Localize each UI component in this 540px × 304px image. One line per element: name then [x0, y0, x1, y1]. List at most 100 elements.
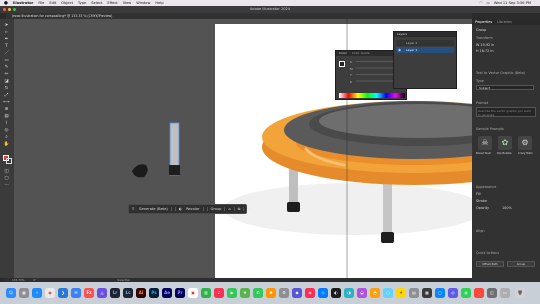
menu-file[interactable]: File — [38, 1, 44, 5]
stroke-swatch[interactable] — [6, 158, 12, 164]
app-icon[interactable]: ◈ — [305, 288, 315, 298]
ai-icon[interactable]: Ai — [136, 288, 146, 298]
app-icon[interactable]: ◐ — [331, 288, 341, 298]
music-icon[interactable]: ♪ — [214, 288, 224, 298]
group-button[interactable]: Group — [507, 261, 535, 267]
settings-icon[interactable]: ⚙ — [279, 288, 289, 298]
layer-row[interactable]: Layer 2 — [396, 40, 454, 46]
launchpad-icon[interactable]: ▦ — [19, 288, 29, 298]
eyedropper-icon[interactable]: ⌇ — [3, 121, 10, 126]
finder-icon[interactable]: ☺ — [6, 288, 16, 298]
sample-bubble-icon[interactable]: ✿ — [498, 136, 512, 150]
appearance-opacity[interactable]: Opacity — [476, 206, 489, 210]
direct-select-icon[interactable]: ▹ — [3, 30, 10, 35]
app-icon[interactable]: ▤ — [409, 288, 419, 298]
pen-icon[interactable]: ✒ — [3, 37, 10, 42]
app-icon[interactable]: ▢ — [435, 288, 445, 298]
menu-edit[interactable]: Edit — [49, 1, 56, 5]
lr-icon[interactable]: Lr — [110, 288, 120, 298]
color-tab[interactable]: Color — [339, 51, 347, 55]
app-icon[interactable]: ☀ — [396, 288, 406, 298]
app-icon[interactable]: ◌ — [474, 288, 484, 298]
more-icon[interactable]: ⋯ — [244, 207, 254, 211]
appearance-fill[interactable]: Fill — [476, 192, 481, 196]
menu-window[interactable]: Window — [136, 1, 150, 5]
hand-icon[interactable]: ✋ — [3, 142, 10, 147]
app-icon[interactable]: ○ — [383, 288, 393, 298]
app-icon[interactable]: ◎ — [448, 288, 458, 298]
color-guide-tab[interactable]: Color Guide — [352, 51, 370, 55]
facetime-icon[interactable]: ▶ — [227, 288, 237, 298]
pencil-icon[interactable]: ✏ — [3, 72, 10, 77]
ctx-group-button[interactable]: Group — [208, 207, 226, 211]
type-select[interactable]: Subject — [476, 85, 534, 90]
channel-sliders[interactable] — [356, 61, 398, 87]
rotate-icon[interactable]: ↻ — [3, 86, 10, 91]
messages-icon[interactable]: ✆ — [253, 288, 263, 298]
brush-icon[interactable]: ✎ — [3, 65, 10, 70]
document-tab[interactable]: Jezoo Illustration for compositing* @ 13… — [12, 14, 112, 18]
sample-bolts-icon[interactable]: ⚙ — [518, 136, 532, 150]
cal-icon[interactable]: ▣ — [188, 288, 198, 298]
app-icon[interactable]: ◫ — [487, 288, 497, 298]
zoom-icon[interactable]: ⌕ — [3, 135, 10, 140]
menu-illustrator[interactable]: Illustrator — [13, 1, 33, 5]
ae-icon[interactable]: Ae — [162, 288, 172, 298]
menu-view[interactable]: View — [123, 1, 132, 5]
tab-properties[interactable]: Properties — [475, 20, 492, 24]
selection-icon[interactable]: ➤ — [3, 23, 10, 28]
app-icon[interactable]: ◆ — [292, 288, 302, 298]
color-spectrum[interactable] — [339, 93, 405, 98]
window-close-icon[interactable] — [3, 8, 6, 11]
trash-icon[interactable]: 🗑 — [515, 288, 525, 298]
filezilla-icon[interactable]: Fz — [84, 288, 94, 298]
apple-icon[interactable]: ● — [4, 1, 8, 6]
app-icon[interactable]: ◍ — [461, 288, 471, 298]
scale-icon[interactable]: ⤢ — [3, 93, 10, 98]
eraser-icon[interactable]: ◪ — [3, 79, 10, 84]
shape-builder-icon[interactable]: ⊕ — [3, 107, 10, 112]
window-zoom-icon[interactable] — [13, 8, 16, 11]
layer-row[interactable]: Layer 1 — [396, 47, 454, 53]
width-icon[interactable]: ⟷ — [3, 100, 10, 105]
appearance-stroke[interactable]: Stroke — [476, 199, 487, 203]
mail-icon[interactable]: ✉ — [71, 288, 81, 298]
offset-path-button[interactable]: Offset Path — [476, 261, 504, 267]
affinity-icon[interactable]: ◬ — [97, 288, 107, 298]
folder-icon[interactable]: ▭ — [500, 288, 510, 298]
menu-object[interactable]: Object — [61, 1, 73, 5]
app-icon[interactable]: ◒ — [357, 288, 367, 298]
menu-select[interactable]: Select — [91, 1, 102, 5]
canvas[interactable]: Color Color Guide C M Y K Layers Layer 2… — [14, 19, 472, 278]
eye-icon[interactable]: ◉ — [398, 48, 401, 52]
ps-icon[interactable]: Ps — [149, 288, 159, 298]
duplicate-icon[interactable]: ⧉ — [235, 207, 245, 211]
app-icon[interactable]: ◓ — [370, 288, 380, 298]
safari-icon[interactable]: ✧ — [32, 288, 42, 298]
clock[interactable]: Wed 11 Sep 3:56 PM — [494, 1, 531, 5]
app-icon[interactable]: ◑ — [344, 288, 354, 298]
menu-effect[interactable]: Effect — [107, 1, 117, 5]
draw-mode-icon[interactable]: ◫ — [3, 169, 10, 174]
app-icon[interactable]: ◇ — [318, 288, 328, 298]
pr-icon[interactable]: Pr — [175, 288, 185, 298]
line-icon[interactable]: ／ — [3, 51, 10, 56]
menu-help[interactable]: Help — [155, 1, 163, 5]
window-minimize-icon[interactable] — [8, 8, 11, 11]
wifi-icon[interactable]: ◠ — [479, 1, 482, 5]
ctx-generate-button[interactable]: ⠿ Generate (Beta) — [129, 207, 176, 211]
blend-icon[interactable]: ◎ — [3, 128, 10, 133]
numbers-icon[interactable]: ▥ — [201, 288, 211, 298]
ctx-recolor-button[interactable]: ◐ Recolor — [176, 207, 208, 211]
lrc-icon[interactable]: Lc — [123, 288, 133, 298]
fill-stroke-swatch[interactable] — [339, 61, 345, 67]
app-icon[interactable]: ▦ — [422, 288, 432, 298]
transform-w[interactable]: W 19.92 in — [476, 43, 494, 47]
screen-mode-icon[interactable]: ▢ — [3, 176, 10, 181]
tab-libraries[interactable]: Libraries — [497, 20, 512, 24]
vscode-icon[interactable]: ❯ — [58, 288, 68, 298]
prompt-input[interactable]: Describe the vector graphic you want to … — [476, 107, 536, 117]
lock-icon[interactable]: ⌂ — [225, 207, 235, 211]
battery-icon[interactable]: ▭ — [487, 1, 490, 5]
photos-icon[interactable]: ✺ — [266, 288, 276, 298]
